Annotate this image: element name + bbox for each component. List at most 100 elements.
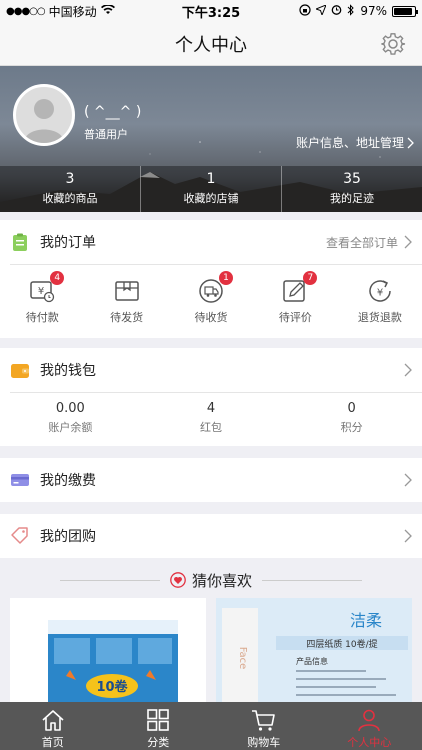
user-icon	[358, 709, 381, 732]
profile-banner: ( ^__^ ) 普通用户 账户信息、地址管理 3 收藏的商品 1 收藏的店铺 …	[0, 66, 422, 212]
product-card[interactable]: Face 洁柔 四层纸质 10卷/提 产品信息	[216, 598, 412, 702]
tab-label: 分类	[147, 736, 170, 749]
badge: 7	[303, 271, 318, 285]
badge: 1	[219, 271, 234, 285]
location-icon	[314, 4, 328, 18]
order-status-label: 待付款	[25, 311, 59, 324]
profile-stats: 3 收藏的商品 1 收藏的店铺 35 我的足迹	[0, 166, 422, 212]
group-buy-title: 我的团购	[40, 529, 96, 545]
order-status-label: 待收货	[194, 311, 228, 324]
product-side-text: Face	[237, 647, 248, 670]
clipboard-icon	[13, 233, 27, 251]
order-status-row: ¥ 4 待付款 待发货 1 待收货 7 待评价 ¥ 退货退款	[0, 265, 422, 324]
user-type: 普通用户	[84, 128, 128, 141]
stat-favorite-shops[interactable]: 1 收藏的店铺	[141, 166, 282, 212]
order-to-ship[interactable]: 待发货	[84, 271, 168, 324]
wallet-header[interactable]: 我的钱包	[0, 348, 422, 392]
wallet-value: 0.00	[55, 401, 85, 416]
chevron-right-icon	[407, 137, 414, 148]
wallet-title: 我的钱包	[40, 363, 96, 379]
badge: 4	[50, 271, 65, 285]
group-buy-card[interactable]: 我的团购	[0, 514, 422, 558]
tab-label: 个人中心	[347, 736, 392, 749]
order-status-label: 待发货	[110, 311, 144, 324]
wallet-label: 账户余额	[48, 421, 93, 434]
heart-icon	[170, 572, 186, 588]
product-subtitle: 四层纸质 10卷/提	[306, 638, 377, 650]
nav-bar: 个人中心	[0, 22, 422, 66]
tab-cart[interactable]: 购物车	[211, 702, 317, 750]
view-all-orders-link[interactable]: 查看全部订单	[326, 234, 398, 251]
stat-label: 收藏的店铺	[183, 192, 239, 205]
package-icon	[114, 281, 139, 301]
wallet-value: 4	[206, 401, 216, 416]
battery-percent: 97%	[360, 4, 387, 18]
product-badge: 10卷	[96, 679, 128, 695]
wallet-card: 我的钱包 0.00 账户余额 4 红包 0 积分	[0, 348, 422, 446]
wallet-label: 红包	[200, 421, 222, 434]
stat-footprints[interactable]: 35 我的足迹	[282, 166, 422, 212]
orders-card: 我的订单 查看全部订单 ¥ 4 待付款 待发货 1 待收货 7 待评价 ¥ 退货…	[0, 220, 422, 338]
product-card[interactable]: 10卷	[10, 598, 206, 702]
tab-category[interactable]: 分类	[106, 702, 212, 750]
order-status-label: 退货退款	[357, 311, 402, 324]
product-image: Face 洁柔 四层纸质 10卷/提 产品信息	[216, 598, 412, 702]
divider	[59, 579, 160, 581]
avatar[interactable]	[13, 84, 75, 146]
gear-icon[interactable]	[380, 31, 406, 57]
page-title: 个人中心	[175, 34, 247, 56]
orders-title: 我的订单	[40, 235, 96, 251]
product-info-title: 产品信息	[296, 656, 328, 666]
order-pending-payment[interactable]: ¥ 4 待付款	[0, 271, 84, 324]
payments-title: 我的缴费	[40, 473, 96, 489]
grid-icon	[147, 709, 170, 731]
wallet-points[interactable]: 0 积分	[281, 393, 422, 445]
stat-count: 1	[206, 171, 216, 187]
product-image: 10卷	[10, 598, 206, 702]
battery-icon	[392, 5, 418, 17]
chevron-right-icon	[404, 235, 412, 249]
stat-favorite-products[interactable]: 3 收藏的商品	[0, 166, 141, 212]
account-info-label: 账户信息、地址管理	[295, 136, 404, 150]
order-to-receive[interactable]: 1 待收货	[169, 271, 253, 324]
product-brand: 洁柔	[350, 611, 382, 630]
tag-icon	[11, 527, 28, 544]
wallet-balance[interactable]: 0.00 账户余额	[0, 393, 141, 445]
recommendations-header: 猜你喜欢	[0, 568, 422, 592]
clock: 下午3:25	[181, 5, 241, 21]
stat-count: 35	[343, 171, 361, 187]
wallet-value: 0	[347, 401, 356, 416]
wallet-icon	[11, 364, 29, 378]
signal-icon: ●●●○○	[6, 5, 46, 17]
tab-bar: 首页 分类 购物车 个人中心	[0, 702, 422, 750]
carrier-label: 中国移动	[48, 4, 97, 19]
svg-text:¥: ¥	[377, 288, 383, 299]
bluetooth-icon	[347, 3, 355, 19]
alarm-icon	[331, 4, 342, 18]
refund-icon: ¥	[369, 280, 391, 302]
chevron-right-icon	[404, 529, 412, 543]
wallet-red-packets[interactable]: 4 红包	[141, 393, 282, 445]
home-icon	[42, 710, 64, 731]
orders-header[interactable]: 我的订单 查看全部订单	[0, 220, 422, 264]
tab-home[interactable]: 首页	[0, 702, 106, 750]
user-silhouette-icon	[24, 99, 64, 143]
chevron-right-icon	[404, 363, 412, 377]
tab-profile[interactable]: 个人中心	[317, 702, 422, 750]
group-buy-header[interactable]: 我的团购	[0, 514, 422, 558]
shopping-cart-icon	[251, 710, 275, 731]
recommendations-title: 猜你喜欢	[191, 571, 252, 590]
stat-count: 3	[65, 171, 75, 187]
nickname: ( ^__^ )	[84, 104, 142, 120]
credit-card-icon	[11, 474, 29, 486]
order-to-review[interactable]: 7 待评价	[253, 271, 337, 324]
svg-text:¥: ¥	[38, 286, 44, 297]
payments-card[interactable]: 我的缴费	[0, 458, 422, 502]
order-status-label: 待评价	[278, 311, 312, 324]
wifi-icon	[100, 4, 115, 18]
account-info-link[interactable]: 账户信息、地址管理	[296, 134, 414, 151]
payments-header[interactable]: 我的缴费	[0, 458, 422, 502]
chevron-right-icon	[404, 473, 412, 487]
tab-label: 首页	[41, 736, 64, 749]
order-refund[interactable]: ¥ 退货退款	[338, 271, 422, 324]
